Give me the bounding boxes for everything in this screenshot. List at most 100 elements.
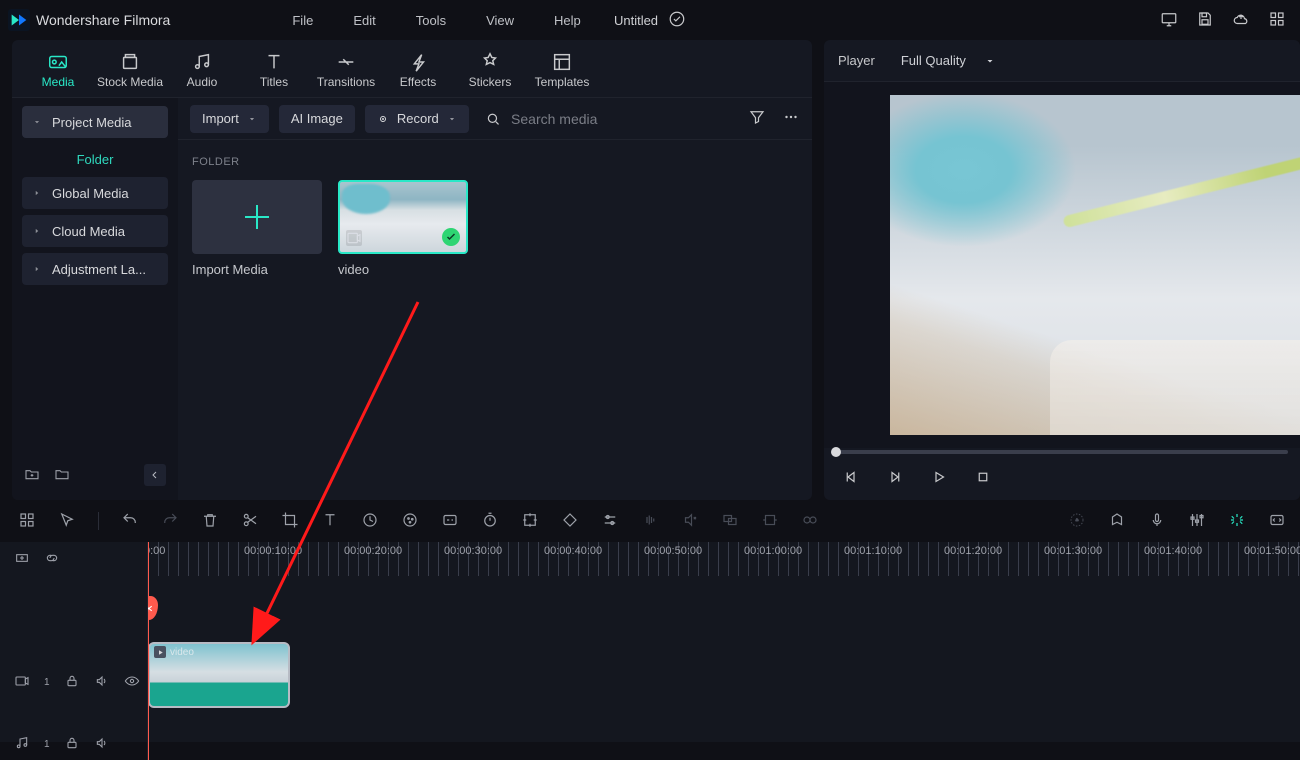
ai-image-label: AI Image bbox=[291, 111, 343, 126]
sidebar-item-global-media[interactable]: Global Media bbox=[22, 177, 168, 209]
tab-stickers[interactable]: Stickers bbox=[454, 51, 526, 89]
menu-view[interactable]: View bbox=[468, 9, 532, 32]
split-scissors-icon[interactable] bbox=[241, 511, 259, 532]
import-media-thumb[interactable] bbox=[192, 180, 322, 254]
new-folder-icon[interactable] bbox=[24, 466, 40, 485]
render-icon[interactable] bbox=[1068, 511, 1086, 532]
tab-audio[interactable]: Audio bbox=[166, 51, 238, 89]
audio-track-mute-icon[interactable] bbox=[94, 735, 110, 754]
preview-panel: Player Full Quality bbox=[824, 40, 1300, 500]
filter-icon[interactable] bbox=[748, 108, 766, 129]
marker-icon[interactable] bbox=[1108, 511, 1126, 532]
import-media-card[interactable]: Import Media bbox=[192, 180, 322, 277]
workspace: Media Stock Media Audio Titles Transitio… bbox=[0, 40, 1300, 500]
color-icon[interactable] bbox=[401, 511, 419, 532]
clip-type-icon bbox=[154, 646, 166, 658]
tab-transitions-label: Transitions bbox=[317, 75, 375, 89]
ai-image-button[interactable]: AI Image bbox=[279, 105, 355, 133]
speed-icon[interactable] bbox=[361, 511, 379, 532]
sidebar-item-cloud-media[interactable]: Cloud Media bbox=[22, 215, 168, 247]
voiceover-icon[interactable] bbox=[1148, 511, 1166, 532]
scrubber-knob[interactable] bbox=[831, 447, 841, 457]
grid-tool-icon[interactable] bbox=[18, 511, 36, 532]
search-input[interactable] bbox=[509, 110, 738, 128]
undo-icon[interactable] bbox=[121, 511, 139, 532]
tab-transitions[interactable]: Transitions bbox=[310, 51, 382, 89]
prev-frame-icon[interactable] bbox=[842, 468, 860, 489]
quality-select[interactable]: Full Quality bbox=[889, 47, 1008, 75]
snap-icon[interactable] bbox=[761, 511, 779, 532]
play-icon[interactable] bbox=[930, 468, 948, 489]
save-icon[interactable] bbox=[1196, 10, 1214, 31]
monitor-icon[interactable] bbox=[1160, 10, 1178, 31]
project-title: Untitled bbox=[614, 13, 658, 28]
track-mute-icon[interactable] bbox=[94, 673, 110, 692]
cloud-export-icon[interactable] bbox=[1232, 10, 1250, 31]
audio-wave-icon[interactable] bbox=[641, 511, 659, 532]
text-icon[interactable] bbox=[321, 511, 339, 532]
video-track-icon bbox=[14, 673, 30, 692]
track-lock-icon[interactable] bbox=[64, 673, 80, 692]
stop-icon[interactable] bbox=[974, 468, 992, 489]
menu-help[interactable]: Help bbox=[536, 9, 599, 32]
add-track-icon[interactable] bbox=[14, 550, 30, 569]
frame-icon[interactable] bbox=[521, 511, 539, 532]
tab-titles[interactable]: Titles bbox=[238, 51, 310, 89]
crop-icon[interactable] bbox=[281, 511, 299, 532]
delete-icon[interactable] bbox=[201, 511, 219, 532]
mixer-icon[interactable] bbox=[1188, 511, 1206, 532]
record-button[interactable]: Record bbox=[365, 105, 469, 133]
clip-header: video bbox=[154, 646, 194, 658]
media-panel-body: Project Media Folder Global Media Cloud … bbox=[12, 98, 812, 500]
preview-scrubber[interactable] bbox=[836, 448, 1288, 456]
track-visibility-icon[interactable] bbox=[124, 673, 140, 692]
adjust-icon[interactable] bbox=[601, 511, 619, 532]
timeline-toolbar bbox=[0, 500, 1300, 542]
preview-header: Player Full Quality bbox=[824, 40, 1300, 82]
media-panel: Media Stock Media Audio Titles Transitio… bbox=[12, 40, 812, 500]
menu-edit[interactable]: Edit bbox=[335, 9, 393, 32]
step-forward-icon[interactable] bbox=[886, 468, 904, 489]
timeline-area[interactable]: 0:0000:00:10:0000:00:20:0000:00:30:0000:… bbox=[148, 542, 1300, 760]
media-thumb[interactable] bbox=[338, 180, 468, 254]
audio-track-icon bbox=[14, 735, 30, 754]
tab-media[interactable]: Media bbox=[22, 51, 94, 89]
redo-icon[interactable] bbox=[161, 511, 179, 532]
playhead-handle[interactable] bbox=[148, 596, 158, 620]
auto-ripple-icon[interactable] bbox=[1228, 511, 1246, 532]
sidebar-folder-label[interactable]: Folder bbox=[22, 144, 168, 171]
cursor-tool-icon[interactable] bbox=[58, 511, 76, 532]
sidebar-item-project-media[interactable]: Project Media bbox=[22, 106, 168, 138]
media-grid: FOLDER Import Media bbox=[178, 140, 812, 287]
link-tracks-icon[interactable] bbox=[44, 550, 60, 569]
sidebar-item-adjustment-layers[interactable]: Adjustment La... bbox=[22, 253, 168, 285]
more-icon[interactable] bbox=[782, 108, 800, 129]
tab-media-label: Media bbox=[42, 75, 75, 89]
tab-templates[interactable]: Templates bbox=[526, 51, 598, 89]
apps-grid-icon[interactable] bbox=[1268, 10, 1286, 31]
import-button[interactable]: Import bbox=[190, 105, 269, 133]
keyframe-icon[interactable] bbox=[561, 511, 579, 532]
collapse-sidebar-icon[interactable] bbox=[144, 464, 166, 486]
timer-icon[interactable] bbox=[481, 511, 499, 532]
tab-effects[interactable]: Effects bbox=[382, 51, 454, 89]
caption-icon[interactable] bbox=[441, 511, 459, 532]
timeline-ruler[interactable]: 0:0000:00:10:0000:00:20:0000:00:30:0000:… bbox=[148, 542, 1300, 576]
tab-effects-label: Effects bbox=[400, 75, 436, 89]
playhead[interactable] bbox=[148, 542, 149, 760]
folder-icon[interactable] bbox=[54, 466, 70, 485]
media-toolbar: Import AI Image Record bbox=[178, 98, 812, 140]
fit-zoom-icon[interactable] bbox=[1268, 511, 1286, 532]
tab-stock-media[interactable]: Stock Media bbox=[94, 51, 166, 89]
media-card-video[interactable]: video bbox=[338, 180, 468, 277]
audio-track-header: 1 bbox=[0, 728, 147, 760]
timeline-clip[interactable]: video bbox=[148, 642, 290, 708]
detach-audio-icon[interactable] bbox=[681, 511, 699, 532]
group-icon[interactable] bbox=[801, 511, 819, 532]
ruler-timestamp: 00:01:50:00 bbox=[1244, 545, 1300, 557]
menu-tools[interactable]: Tools bbox=[398, 9, 464, 32]
timeline: 1 1 0:0000:00:10:0000:00:20:0000:00:30:0… bbox=[0, 542, 1300, 742]
stack-icon[interactable] bbox=[721, 511, 739, 532]
audio-track-lock-icon[interactable] bbox=[64, 735, 80, 754]
menu-file[interactable]: File bbox=[274, 9, 331, 32]
